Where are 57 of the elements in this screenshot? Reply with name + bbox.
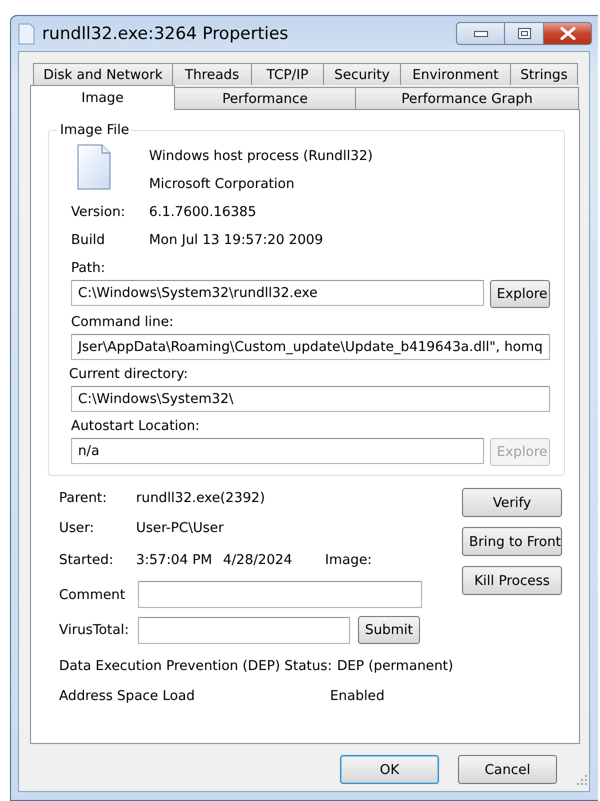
field-label: Comment xyxy=(59,586,126,602)
field-value: 6.1.7600.16385 xyxy=(149,204,258,220)
field-label: Started: xyxy=(59,552,114,568)
action-button[interactable]: Verify xyxy=(462,488,562,517)
field-label: Path: xyxy=(71,260,106,276)
field-label: Parent: xyxy=(59,490,108,506)
field-value: rundll32.exe(2392) xyxy=(136,490,266,506)
window-title: rundll32.exe:3264 Properties xyxy=(42,24,290,44)
group-label: Image File xyxy=(59,122,130,138)
tab[interactable]: Threads xyxy=(172,63,252,85)
field-label: Build xyxy=(71,232,106,248)
company-text: Microsoft Corporation xyxy=(149,176,296,192)
field-value: Mon Jul 13 19:57:20 2009 xyxy=(149,232,324,248)
dialog-button[interactable]: Cancel xyxy=(458,755,557,784)
action-button[interactable]: Kill Process xyxy=(462,566,562,595)
close-button[interactable] xyxy=(544,22,592,45)
field-label: Data Execution Prevention (DEP) Status: xyxy=(59,658,332,674)
tab[interactable]: Performance xyxy=(174,87,356,109)
tab[interactable]: TCP/IP xyxy=(251,63,324,85)
resize-grip-icon[interactable] xyxy=(576,774,588,786)
file-icon xyxy=(18,22,35,44)
tab[interactable]: Image xyxy=(30,85,175,110)
maximize-icon xyxy=(518,28,530,39)
virustotal-field[interactable] xyxy=(138,616,350,644)
field-value: DEP (permanent) xyxy=(337,658,454,674)
field-label: Command line: xyxy=(71,314,175,330)
dialog-button[interactable]: OK xyxy=(340,755,439,784)
text-field[interactable]: C:\Windows\System32\rundll32.exe xyxy=(71,280,484,306)
field-label: VirusTotal: xyxy=(59,622,130,638)
field-label: User: xyxy=(59,520,96,536)
action-button[interactable]: Bring to Front xyxy=(462,527,562,556)
minimize-button[interactable] xyxy=(456,22,505,45)
comment-field[interactable] xyxy=(138,581,422,608)
field-value: User-PC\User xyxy=(136,520,225,536)
tab[interactable]: Security xyxy=(323,63,401,85)
description-text: Windows host process (Rundll32) xyxy=(149,148,374,164)
tab[interactable]: Strings xyxy=(510,63,578,85)
field-value: Enabled xyxy=(330,688,386,704)
submit-button[interactable]: Submit xyxy=(358,616,420,644)
explore-button[interactable]: Explore xyxy=(490,280,550,308)
field-label: Current directory: xyxy=(69,366,189,382)
text-field[interactable]: n/a xyxy=(71,438,484,464)
field-label: Image: xyxy=(325,552,372,568)
tab[interactable]: Disk and Network xyxy=(33,63,173,85)
text-field[interactable]: C:\Windows\System32\ xyxy=(71,386,550,412)
maximize-button[interactable] xyxy=(505,22,544,45)
close-icon xyxy=(560,27,576,40)
tab[interactable]: Environment xyxy=(400,63,511,85)
field-label: Address Space Load xyxy=(59,688,196,704)
start-date: 4/28/2024 xyxy=(223,552,294,568)
tab[interactable]: Performance Graph xyxy=(355,87,579,109)
field-label: Autostart Location: xyxy=(71,418,201,434)
field-label: Version: xyxy=(71,204,126,220)
start-time: 3:57:04 PM xyxy=(136,552,214,568)
minimize-icon xyxy=(474,30,488,36)
file-icon xyxy=(77,144,111,190)
text-field[interactable]: Jser\AppData\Roaming\Custom_update\Update_b419643a.dll", homq xyxy=(71,334,550,360)
